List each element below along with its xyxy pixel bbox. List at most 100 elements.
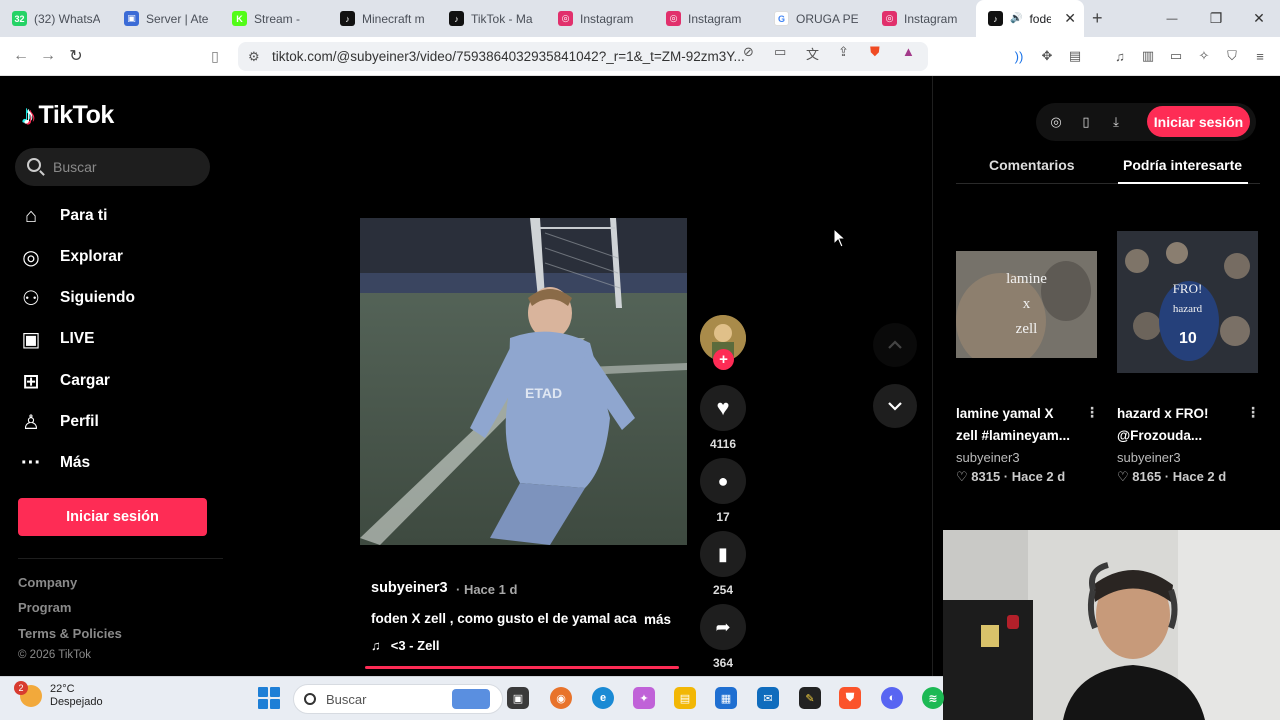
task-view-icon[interactable]: ▣ [507,687,529,709]
browser-tab[interactable]: ▣ Server | Ater [112,0,216,37]
card-1-user[interactable]: subyeiner3 [956,450,1020,465]
download-icon[interactable]: ⤓ [1107,113,1125,131]
bookmark-icon[interactable]: ▯ [204,45,226,67]
tab-audio-icon[interactable]: 🔊 [1010,13,1022,24]
cast-icon[interactable]: ▭ [774,44,786,60]
search-placeholder: Buscar [53,159,97,175]
tab-label: TikTok - Ma [471,11,533,26]
login-button[interactable]: Iniciar sesión [18,498,207,536]
browser-tab[interactable]: K Stream - [220,0,324,37]
browser-tab[interactable]: ♪ TikTok - Ma [437,0,542,37]
sidebar-icon[interactable]: ▥ [1139,47,1157,65]
back-icon[interactable]: ← [10,45,32,67]
nav-item[interactable]: ◎ Explorar [18,240,218,274]
outlook-icon[interactable]: ✉ [757,687,779,709]
nav-item[interactable]: ♙ Perfil [18,405,218,439]
card-1-title[interactable]: lamine yamal X zell #lamineyam... [956,403,1070,447]
copilot-icon[interactable]: ✦ [633,687,655,709]
tab-favicon-icon: K [232,11,247,26]
nav-item[interactable]: ▣ LIVE [18,322,218,356]
browser-tab[interactable]: ♪ Minecraft m [328,0,433,37]
tab-label: Minecraft m [362,11,425,26]
card-2-user[interactable]: subyeiner3 [1117,450,1181,465]
discord-icon[interactable]: ◐ [881,687,903,709]
top-login-button[interactable]: Iniciar sesión [1147,106,1250,137]
like-count: 4116 [709,437,737,451]
author-username[interactable]: subyeiner3 [371,580,448,596]
tab-comments[interactable]: Comentarios [989,157,1075,173]
recommended-thumbnail-1[interactable]: lamine x zell [956,251,1097,358]
taskbar-search-icon [304,693,316,705]
card-2-title[interactable]: hazard x FRO! @Frozouda... [1117,403,1209,447]
browser-tab[interactable]: G ORUGA PEL [762,0,866,37]
brave-rewards-icon[interactable]: ▲ [902,44,915,59]
store-icon[interactable]: ▦ [715,687,737,709]
no-tracking-icon[interactable]: ⊘ [743,44,754,60]
leo-ai-icon[interactable]: ✧ [1195,47,1213,65]
weather-widget[interactable]: 2 22°C Despejado [14,681,103,709]
music-note-icon: ♫ [371,638,381,653]
media-icon[interactable]: ♫ [1111,47,1129,65]
browser-tab[interactable]: 32 (32) WhatsA [0,0,108,37]
like-button[interactable]: ♥ [700,385,746,431]
extensions-icon[interactable]: ✥ [1038,47,1056,65]
tiktok-logo[interactable]: ♪ TikTok [22,100,114,131]
firefox-icon[interactable]: ◉ [550,687,572,709]
browser-tab[interactable]: ♪ 🔊 fode ✕ [976,0,1084,37]
browser-tab[interactable]: ◎ Instagram [654,0,758,37]
wallet-icon[interactable]: ▭ [1167,47,1185,65]
music-title: <3 - Zell [390,638,440,653]
reload-icon[interactable]: ↻ [65,45,87,67]
previous-video-button[interactable] [873,323,917,367]
browser-tab[interactable]: ◎ Instagram [546,0,650,37]
search-icon [27,158,41,172]
footer-link-company[interactable]: Company [18,575,77,590]
coins-icon[interactable]: ◎ [1047,113,1065,131]
edge-icon[interactable]: e [592,687,614,709]
tab-close-icon[interactable]: ✕ [1064,10,1076,27]
nav-item[interactable]: ⚇ Siguiendo [18,281,218,315]
new-tab-button[interactable]: + [1092,8,1103,29]
save-action: ▮ 254 [700,531,746,597]
card-2-more-icon[interactable]: ⋮ [1246,404,1260,421]
footer-link-terms[interactable]: Terms & Policies [18,626,122,641]
video-progress-bar[interactable] [365,666,679,669]
nav-item[interactable]: ··· Más [18,446,218,480]
window-maximize-button[interactable]: ❐ [1194,0,1238,37]
tab-search-icon[interactable]: ▤ [1066,47,1084,65]
share-icon[interactable]: ⇪ [838,44,849,60]
brave-shield-icon[interactable]: ⛊ [870,44,880,60]
card-1-more-icon[interactable]: ⋮ [1085,404,1099,421]
windows-start-icon[interactable] [258,687,280,709]
get-app-icon[interactable]: ▯ [1077,113,1095,131]
brave-icon[interactable]: ⛊ [839,687,861,709]
spotify-icon[interactable]: ≋ [922,687,944,709]
site-info-icon[interactable]: ⚙ [248,49,260,65]
caption-more-link[interactable]: más [644,612,671,627]
vpn-icon[interactable]: ⛉ [1223,47,1241,65]
video-player[interactable]: ETAD [360,218,687,545]
window-close-button[interactable]: ✕ [1237,0,1280,37]
audio-playing-icon[interactable]: )) [1010,47,1028,65]
translate-icon[interactable]: 文 [806,44,819,63]
share-button[interactable]: ➦ [700,604,746,650]
nav-item[interactable]: ⊞ Cargar [18,364,218,398]
window-minimize-button[interactable]: — [1150,0,1194,37]
browser-tab[interactable]: ◎ Instagram [870,0,972,37]
search-input[interactable]: Buscar [15,148,210,186]
address-bar[interactable]: ⚙ tiktok.com/@subyeiner3/video/759386403… [238,42,928,71]
music-link[interactable]: ♫ <3 - Zell [371,638,440,653]
forward-icon[interactable]: → [37,45,59,67]
comment-button[interactable]: ● [700,458,746,504]
taskbar-search-input[interactable]: Buscar [293,684,503,714]
menu-icon[interactable]: ≡ [1251,47,1269,65]
save-button[interactable]: ▮ [700,531,746,577]
nav-item[interactable]: ⌂ Para ti [18,199,218,233]
file-explorer-icon[interactable]: ▤ [674,687,696,709]
notepad-icon[interactable]: ✎ [799,687,821,709]
footer-link-program[interactable]: Program [18,600,71,615]
next-video-button[interactable] [873,384,917,428]
recommended-thumbnail-2[interactable]: 10 FRO! hazard [1117,231,1258,373]
tab-recommended[interactable]: Podría interesarte [1123,157,1242,173]
follow-button[interactable]: + [713,349,734,370]
